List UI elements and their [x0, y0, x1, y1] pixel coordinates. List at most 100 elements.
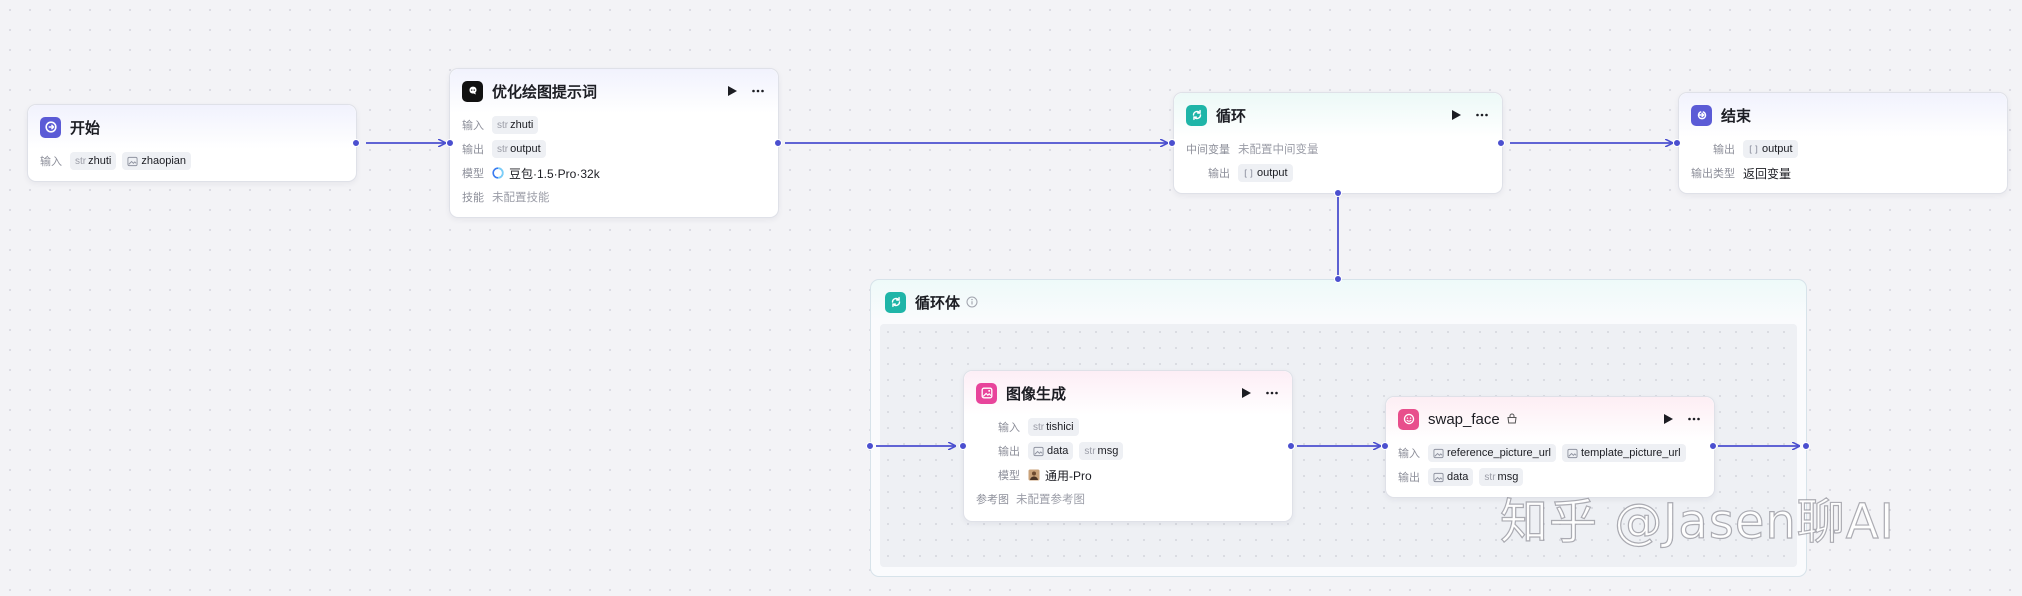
var-name: msg	[1097, 445, 1119, 457]
loop-body-header: 循环体	[871, 280, 1806, 324]
swapface-input-handle[interactable]	[1381, 442, 1389, 450]
model-label: 模型	[462, 168, 484, 180]
model-name: 通用-Pro	[1045, 468, 1092, 483]
var-name: output	[1762, 143, 1793, 155]
swapface-output-handle[interactable]	[1709, 442, 1717, 450]
image-type-icon	[1433, 448, 1444, 458]
more-icon[interactable]	[1474, 107, 1490, 123]
input-row: 输入 str zhuti	[462, 113, 766, 137]
loop-body-right-handle[interactable]	[1802, 442, 1810, 450]
node-header: 结束	[1679, 93, 2007, 137]
variable-tag: output	[1743, 140, 1798, 158]
loop-input-handle[interactable]	[1168, 139, 1176, 147]
imagegen-output-handle[interactable]	[1287, 442, 1295, 450]
list-type-icon	[1749, 144, 1758, 154]
input-row: 输入 str tishici	[976, 415, 1280, 439]
output-row: 输出 output	[1691, 137, 1995, 161]
var-name: data	[1447, 471, 1469, 483]
llm-input-handle[interactable]	[446, 139, 454, 147]
output-label: 输出	[1398, 472, 1420, 484]
llm-logo-icon	[462, 80, 483, 102]
type-str: str	[1484, 471, 1496, 483]
mid-variable-value: 未配置中间变量	[1238, 144, 1319, 156]
output-row: 输出 data str msg	[976, 439, 1280, 463]
node-header: 开始	[28, 105, 356, 149]
variable-tag: str zhuti	[492, 116, 539, 134]
play-icon[interactable]	[1448, 107, 1464, 123]
skill-label: 技能	[462, 192, 484, 204]
model-thumbnail-icon	[1028, 469, 1040, 481]
node-actions	[724, 83, 766, 99]
end-input-handle[interactable]	[1673, 139, 1681, 147]
loop-body-left-handle[interactable]	[866, 442, 874, 450]
node-llm-optimize-prompt[interactable]: 优化绘图提示词 输入 str zhuti 输出 str output 模型 豆包·1…	[449, 68, 779, 218]
variable-tag: str zhuti	[70, 152, 117, 170]
plugin-store-icon	[1507, 413, 1517, 424]
output-label: 输出	[1208, 168, 1230, 180]
play-icon[interactable]	[1238, 385, 1254, 401]
play-icon[interactable]	[1660, 411, 1676, 427]
variable-tag: str output	[492, 140, 546, 158]
play-icon[interactable]	[724, 83, 740, 99]
model-row: 模型 通用-Pro	[976, 463, 1280, 487]
llm-output-handle[interactable]	[774, 139, 782, 147]
variable-tag: template_picture_url	[1561, 444, 1686, 462]
model-row: 模型 豆包·1.5·Pro·32k	[462, 161, 766, 185]
node-header: 循环	[1174, 93, 1502, 137]
model-label: 模型	[998, 470, 1020, 482]
more-icon[interactable]	[1686, 411, 1702, 427]
var-name: output	[510, 143, 541, 155]
loop-icon	[885, 291, 906, 313]
node-start[interactable]: 开始 输入 str zhuti zhaopian	[27, 104, 357, 182]
variable-tag: zhaopian	[122, 152, 192, 170]
info-icon[interactable]	[966, 296, 978, 308]
type-str: str	[497, 119, 509, 131]
node-actions	[1448, 107, 1490, 123]
output-type-label: 输出类型	[1691, 168, 1735, 180]
imagegen-input-handle[interactable]	[959, 442, 967, 450]
model-name: 豆包·1.5·Pro·32k	[509, 166, 600, 181]
node-header: 优化绘图提示词	[450, 69, 778, 113]
node-title: swap_face	[1428, 410, 1500, 428]
more-icon[interactable]	[1264, 385, 1280, 401]
variable-tag: str tishici	[1028, 418, 1079, 436]
node-title: 结束	[1721, 107, 1752, 125]
node-loop[interactable]: 循环 中间变量 未配置中间变量 输出 output	[1173, 92, 1503, 194]
image-type-icon	[127, 156, 138, 166]
variable-tag: reference_picture_url	[1428, 444, 1556, 462]
more-icon[interactable]	[750, 83, 766, 99]
node-body: 输入 str zhuti zhaopian	[28, 149, 356, 177]
reference-value: 未配置参考图	[1016, 494, 1085, 506]
node-header: swap_face	[1386, 397, 1714, 441]
output-type-value: 返回变量	[1743, 166, 1792, 181]
node-title: 循环	[1216, 107, 1247, 125]
loop-body-handle[interactable]	[1334, 189, 1342, 197]
image-type-icon	[1033, 446, 1044, 456]
var-name: reference_picture_url	[1447, 447, 1551, 459]
node-title: 开始	[70, 119, 101, 137]
var-name: tishici	[1046, 421, 1074, 433]
input-label: 输入	[998, 422, 1020, 434]
type-str: str	[497, 143, 509, 155]
node-title: 优化绘图提示词	[492, 83, 598, 101]
image-gen-icon	[976, 382, 997, 404]
node-image-gen[interactable]: 图像生成 输入 str tishici 输出 data str msg 模型 通用-…	[963, 370, 1293, 522]
node-body: 输出 output 输出类型 返回变量	[1679, 137, 2007, 189]
node-end[interactable]: 结束 输出 output 输出类型 返回变量	[1678, 92, 2008, 194]
loop-body-top-handle[interactable]	[1334, 275, 1342, 283]
var-name: output	[1257, 167, 1288, 179]
node-title: 图像生成	[1006, 385, 1067, 403]
image-type-icon	[1567, 448, 1578, 458]
start-output-handle[interactable]	[352, 139, 360, 147]
var-name: zhaopian	[141, 155, 187, 167]
var-name: zhuti	[510, 119, 534, 131]
var-name: data	[1047, 445, 1069, 457]
output-label: 输出	[462, 144, 484, 156]
type-str: str	[75, 155, 87, 167]
type-str: str	[1084, 445, 1096, 457]
loop-output-handle[interactable]	[1497, 139, 1505, 147]
output-row: 输出 str output	[462, 137, 766, 161]
end-icon	[1691, 104, 1712, 126]
input-row: 输入 reference_picture_url template_pictur…	[1398, 441, 1702, 465]
type-str: str	[1033, 421, 1045, 433]
